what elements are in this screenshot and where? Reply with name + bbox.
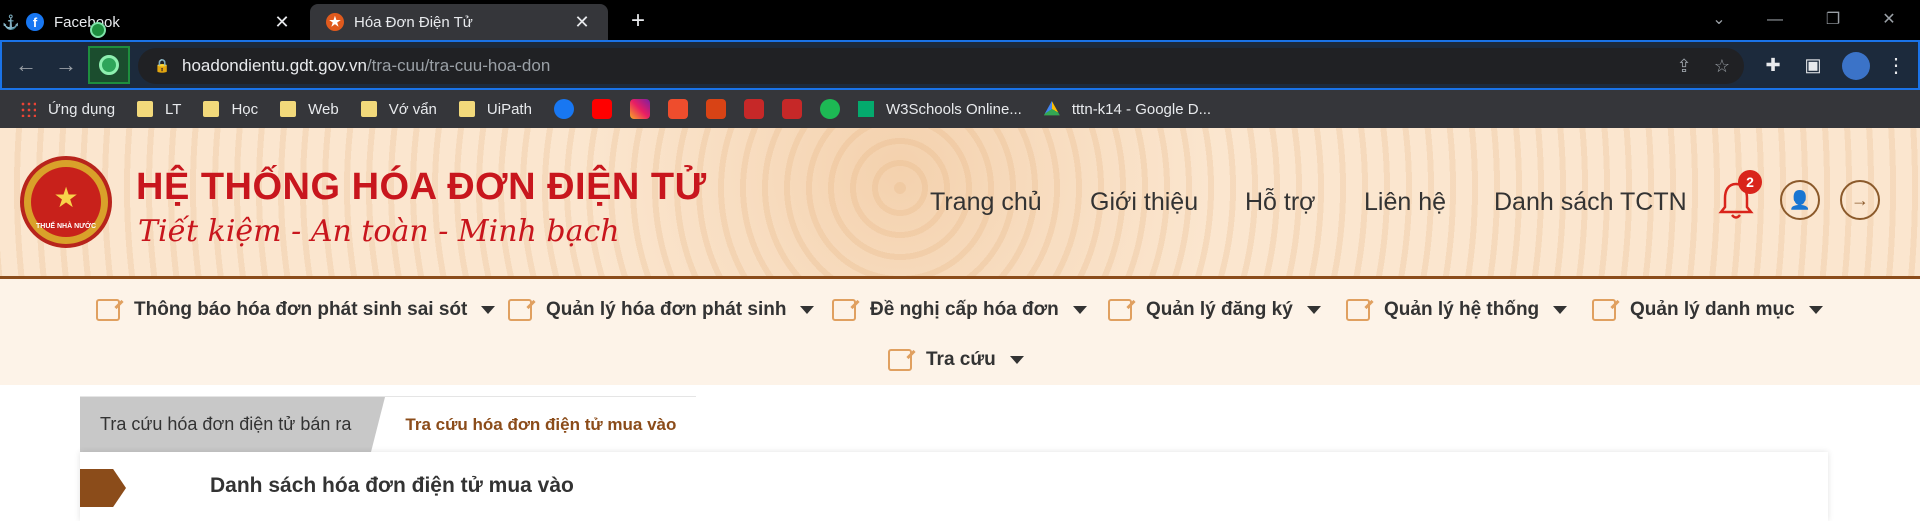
caret-down-icon [800, 306, 815, 314]
extension-icon [99, 55, 119, 75]
caret-down-icon [1009, 356, 1024, 364]
site-slogan: Tiết kiệm - An toàn - Minh bạch [138, 214, 620, 249]
google-drive-icon [1043, 101, 1060, 116]
forward-button[interactable]: → [52, 52, 80, 80]
url-text: hoadondientu.gdt.gov.vn/tra-cuu/tra-cuu-… [182, 56, 551, 75]
bookmark-folder-uipath[interactable]: UiPath [458, 101, 532, 118]
panel-title: Danh sách hóa đơn điện tử mua vào [210, 474, 574, 497]
window-close-button[interactable]: ✕ [1866, 6, 1912, 34]
tax-emblem-icon[interactable] [781, 99, 802, 119]
bookmark-folder-hoc[interactable]: Học [203, 101, 258, 118]
facebook-icon[interactable] [553, 99, 574, 119]
edit-note-icon [508, 299, 532, 321]
menu-quan-ly-he-thong[interactable]: Quản lý hệ thống [1346, 299, 1568, 321]
nav-lien-he[interactable]: Liên hệ [1364, 188, 1446, 217]
lookup-tabs: Tra cứu hóa đơn điện tử bán ra Tra cứu h… [80, 396, 697, 452]
caret-down-icon [1808, 306, 1823, 314]
back-button[interactable]: ← [12, 52, 40, 80]
edit-note-icon [1108, 299, 1132, 321]
shopee-icon[interactable] [667, 99, 688, 119]
bookmark-google-drive[interactable]: tttn-k14 - Google D... [1043, 101, 1211, 118]
arrow-tag-icon [80, 469, 126, 507]
new-tab-button[interactable]: + [624, 8, 652, 36]
edit-note-icon [888, 349, 912, 371]
menu-quan-ly-danh-muc[interactable]: Quản lý danh mục [1592, 299, 1823, 321]
emblem-text: THUẾ NHÀ NƯỚC [36, 223, 96, 230]
folder-icon [137, 101, 154, 117]
lock-icon: 🔒 [154, 58, 171, 73]
menu-de-nghi-cap-hoa-don[interactable]: Đề nghị cấp hóa đơn [832, 299, 1087, 321]
caret-down-icon [1072, 306, 1087, 314]
folder-icon [360, 101, 377, 117]
tab-title: Hóa Đơn Điện Tử [354, 13, 473, 31]
menu-tra-cuu[interactable]: Tra cứu [888, 349, 1024, 371]
browser-tab-strip: ⚓ f Facebook ✕ ★ Hóa Đơn Điện Tử ✕ + ⌄ —… [0, 0, 1920, 40]
tab-tra-cuu-ban-ra[interactable]: Tra cứu hóa đơn điện tử bán ra [80, 397, 372, 452]
menu-quan-ly-hoa-don-phat-sinh[interactable]: Quản lý hóa đơn phát sinh [508, 299, 815, 321]
folder-icon [203, 101, 220, 117]
bookmark-folder-web[interactable]: Web [280, 101, 339, 118]
bookmark-star-icon[interactable]: ☆ [1710, 54, 1734, 78]
tab-tra-cuu-mua-vao[interactable]: Tra cứu hóa đơn điện tử mua vào [385, 397, 697, 452]
bookmarks-bar: Ứng dụng LT Học Web Vớ vẩn UiPath W3Scho… [0, 90, 1920, 128]
nav-danh-sach-tctn[interactable]: Danh sách TCTN [1494, 188, 1687, 217]
tab-notch [371, 397, 386, 452]
nav-trang-chu[interactable]: Trang chủ [930, 188, 1042, 217]
user-icon[interactable]: 👤 [1780, 180, 1820, 220]
restore-button[interactable]: ❐ [1810, 6, 1856, 34]
folder-icon [458, 101, 475, 117]
extension-button[interactable] [88, 46, 130, 84]
bookmark-folder-lt[interactable]: LT [137, 101, 181, 118]
bookmark-folder-vo-van[interactable]: Vớ vẩn [360, 101, 437, 118]
university-icon[interactable] [705, 99, 726, 119]
tax-emblem-icon: ★ [326, 13, 344, 31]
tab-search-icon[interactable]: ⌄ [1696, 6, 1742, 34]
site-header: ★ THUẾ NHÀ NƯỚC HỆ THỐNG HÓA ĐƠN ĐIỆN TỬ… [0, 128, 1920, 278]
apps-icon [20, 101, 36, 117]
nav-gioi-thieu[interactable]: Giới thiệu [1090, 188, 1198, 217]
caret-down-icon [1553, 306, 1568, 314]
caret-down-icon [481, 306, 496, 314]
chrome-menu-icon[interactable]: ⋮ [1886, 52, 1906, 80]
close-icon[interactable]: ✕ [570, 10, 594, 34]
close-icon[interactable]: ✕ [270, 10, 294, 34]
notification-badge: 2 [1738, 170, 1762, 194]
tab-facebook[interactable]: f Facebook ✕ [0, 4, 308, 40]
facebook-icon: f [26, 13, 44, 31]
edit-note-icon [96, 299, 120, 321]
side-panel-icon[interactable]: ▣ [1800, 52, 1826, 78]
youtube-icon[interactable] [591, 99, 612, 119]
menu-quan-ly-dang-ky[interactable]: Quản lý đăng ký [1108, 299, 1321, 321]
tab-hoa-don[interactable]: ★ Hóa Đơn Điện Tử ✕ [310, 4, 608, 40]
edit-note-icon [1346, 299, 1370, 321]
extensions-puzzle-icon[interactable]: ✚ [1760, 52, 1786, 78]
caret-down-icon [1306, 306, 1321, 314]
share-icon[interactable]: ⇪ [1672, 54, 1696, 78]
tax-emblem-icon[interactable] [743, 99, 764, 119]
extension-badge-icon [90, 22, 106, 38]
bookmark-w3schools[interactable]: W3Schools Online... [857, 101, 1022, 118]
invoice-list-panel: Danh sách hóa đơn điện tử mua vào [80, 452, 1828, 521]
logout-arrow-icon[interactable]: → [1840, 180, 1880, 220]
nav-ho-tro[interactable]: Hỗ trợ [1245, 188, 1316, 217]
tax-emblem-logo[interactable]: ★ THUẾ NHÀ NƯỚC [20, 156, 112, 248]
site-title: HỆ THỐNG HÓA ĐƠN ĐIỆN TỬ [136, 166, 707, 208]
instagram-icon[interactable] [629, 99, 650, 119]
edit-note-icon [832, 299, 856, 321]
bookmark-apps[interactable]: Ứng dụng [20, 101, 115, 118]
profile-avatar[interactable] [1842, 52, 1870, 80]
address-bar[interactable]: 🔒 hoadondientu.gdt.gov.vn/tra-cuu/tra-cu… [138, 48, 1744, 84]
edit-note-icon [1592, 299, 1616, 321]
folder-icon [280, 101, 297, 117]
menu-thong-bao-sai-sot[interactable]: Thông báo hóa đơn phát sinh sai sót [96, 299, 496, 321]
minimize-button[interactable]: — [1752, 6, 1798, 34]
browser-toolbar: ← → 🔒 hoadondientu.gdt.gov.vn/tra-cuu/tr… [0, 40, 1920, 90]
tab-title: Facebook [54, 13, 120, 31]
main-menu: Thông báo hóa đơn phát sinh sai sót Quản… [0, 279, 1920, 385]
w3schools-icon [857, 101, 874, 117]
spotify-icon[interactable] [819, 99, 840, 119]
